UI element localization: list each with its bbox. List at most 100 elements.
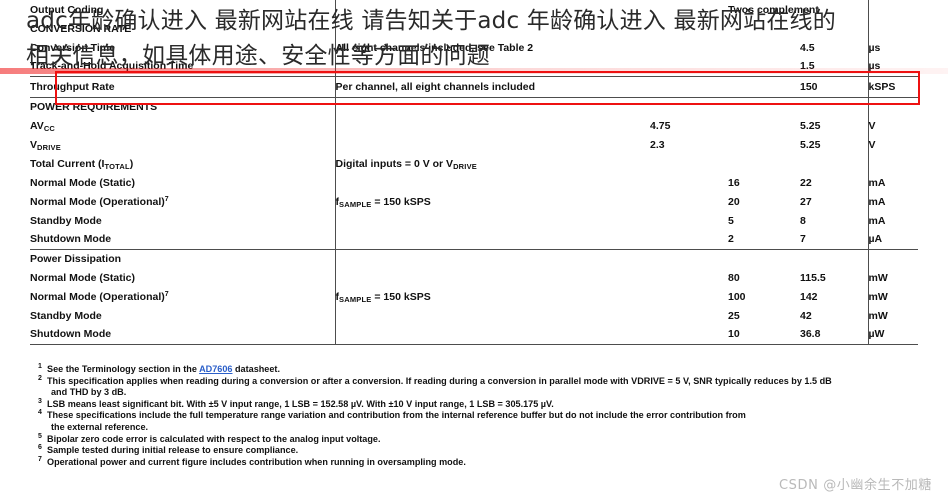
footnote-marker: 5 (38, 432, 42, 440)
row-typ: 10 (728, 325, 800, 345)
row-max (800, 249, 868, 268)
row-min: 2.3 (650, 138, 665, 151)
row-param-text: Normal Mode (Operational) (30, 195, 165, 208)
row-min (650, 230, 728, 250)
subscript: DRIVE (37, 142, 61, 152)
row-min (650, 173, 728, 192)
footnote-continuation: the external reference. (51, 421, 149, 432)
row-max: 5.25 (800, 119, 821, 132)
row-typ (728, 57, 800, 77)
footnote-text: LSB means least significant bit. With ±5… (47, 398, 554, 409)
footnote-marker: 7 (164, 195, 169, 203)
footnote-2: 2 This specification applies when readin… (38, 374, 918, 399)
row-min (650, 154, 728, 173)
row-param: Track-and-Hold Acquisition Time (30, 57, 335, 77)
table-row: Normal Mode (Operational)7 fSAMPLE = 150… (30, 287, 918, 306)
row-max: 5.25 (800, 138, 821, 151)
row-condition (334, 230, 650, 250)
row-min (650, 97, 728, 116)
row-condition (334, 19, 650, 38)
table-row: Total Current (ITOTAL) Digital inputs = … (30, 154, 918, 173)
row-condition (334, 135, 650, 154)
footnote-text: Operational power and current figure inc… (47, 456, 466, 467)
row-max (800, 154, 868, 173)
row-unit: µs (867, 38, 918, 57)
row-max: 36.8 (800, 325, 868, 345)
row-max: 150 (800, 76, 868, 98)
row-condition (334, 173, 650, 192)
row-typ (728, 38, 800, 57)
table-row: Conversion Time All eight channels inclu… (30, 38, 918, 57)
row-param: Shutdown Mode (30, 230, 335, 250)
subscript: SAMPLE (339, 199, 372, 209)
row-max: 8 (800, 214, 806, 227)
footnote-text: This specification applies when reading … (47, 375, 832, 386)
row-condition (334, 306, 650, 325)
row-min (650, 268, 728, 287)
row-param: Normal Mode (Operational)7 (30, 287, 335, 306)
row-param: AVCC (30, 119, 56, 133)
row-max: 27 (800, 195, 812, 208)
row-min (650, 249, 728, 268)
row-min (650, 57, 728, 77)
row-param: Normal Mode (Static) (30, 271, 136, 284)
footnote-text-after: datasheet. (232, 364, 280, 374)
row-param: Conversion Time (30, 41, 115, 54)
table-row: Shutdown Mode 10 36.8 µW (30, 325, 918, 345)
table-row: AVCC 4.75 5.25 V (30, 116, 918, 135)
row-condition (334, 211, 650, 230)
row-typ: 25 (728, 309, 740, 322)
row-typ (728, 97, 800, 116)
row-param-text: Normal Mode (Operational) (30, 290, 165, 303)
row-unit: mA (867, 173, 918, 192)
row-unit: kSPS (867, 76, 918, 98)
subscript: DRIVE (453, 161, 477, 171)
row-typ (728, 135, 800, 154)
row-condition: Digital inputs = 0 V or VDRIVE (334, 154, 650, 173)
footnote-marker: 7 (164, 290, 169, 298)
footnote-marker: 7 (38, 455, 42, 463)
row-min (650, 192, 728, 211)
row-min (650, 19, 728, 38)
table-row: Power Dissipation (30, 249, 918, 268)
row-unit (867, 249, 918, 268)
row-param: Throughput Rate (30, 76, 335, 98)
row-condition (334, 249, 650, 268)
row-unit: µs (867, 57, 918, 77)
spec-table-region: Output Coding Twos complement CONVERSION… (30, 0, 918, 345)
row-condition (334, 57, 650, 77)
table-row: Standby Mode 25 42 mW (30, 306, 918, 325)
row-condition (334, 0, 650, 19)
row-typ (728, 116, 800, 135)
subscript: TOTAL (104, 161, 130, 171)
row-max: 22 (800, 176, 812, 189)
row-typ: 16 (728, 176, 740, 189)
row-min: 4.75 (650, 119, 671, 132)
row-unit (867, 154, 918, 173)
spec-table-body: Output Coding Twos complement CONVERSION… (30, 0, 918, 345)
row-min (650, 0, 728, 19)
row-condition (334, 116, 650, 135)
row-condition: Per channel, all eight channels included (334, 76, 650, 98)
row-min (650, 287, 728, 306)
footnote-marker: 2 (38, 374, 42, 382)
table-row: Normal Mode (Static) 16 22 mA (30, 173, 918, 192)
table-row: Normal Mode (Operational)7 fSAMPLE = 150… (30, 192, 918, 211)
row-unit: mW (867, 306, 918, 325)
footnote-text: Bipolar zero code error is calculated wi… (47, 433, 381, 444)
row-typ: Twos complement (728, 3, 819, 16)
row-min (650, 38, 728, 57)
row-typ (728, 19, 800, 38)
row-unit: µA (867, 230, 918, 250)
footnote-4: 4 These specifications include the full … (38, 409, 918, 433)
ad7606-link[interactable]: AD7606 (199, 364, 232, 374)
footnote-marker: 1 (38, 363, 42, 370)
row-unit: mA (867, 192, 918, 211)
row-min (650, 306, 728, 325)
row-min (650, 325, 728, 345)
row-typ (728, 76, 800, 98)
row-typ: 80 (728, 271, 740, 284)
footnote-marker: 4 (38, 409, 42, 417)
row-condition (334, 97, 650, 116)
specification-table: Output Coding Twos complement CONVERSION… (30, 0, 918, 345)
